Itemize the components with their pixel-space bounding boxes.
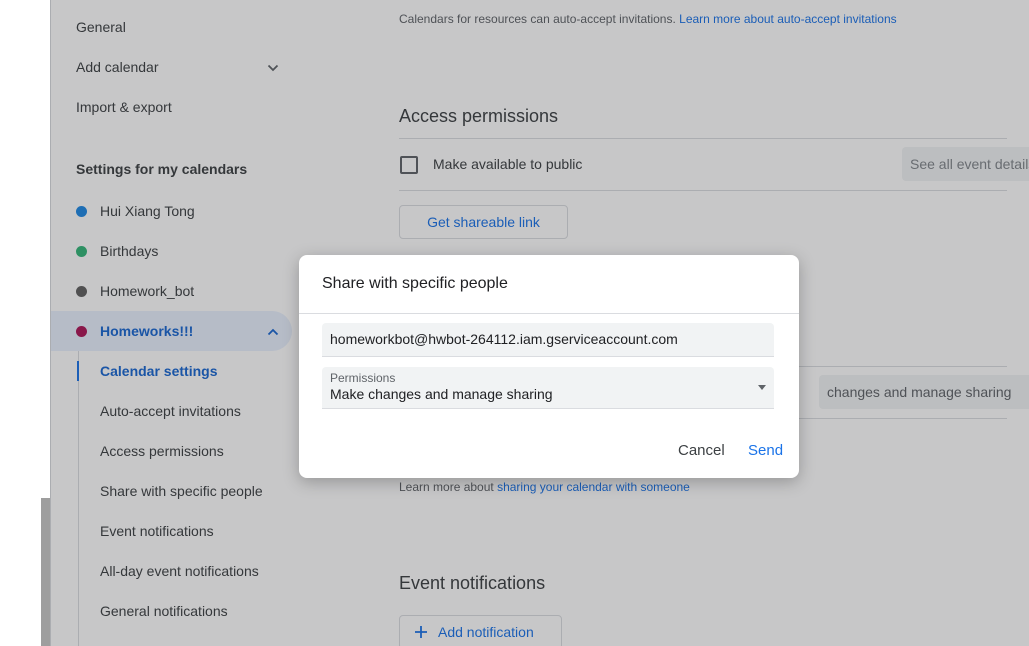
share-dialog: Share with specific people homeworkbot@h… [299,255,799,478]
dialog-divider [299,313,799,314]
permissions-select[interactable]: Permissions Make changes and manage shar… [322,367,774,409]
dropdown-arrow-icon [758,385,766,390]
permissions-value: Make changes and manage sharing [330,386,553,402]
send-button[interactable]: Send [748,442,783,459]
outside-edge [41,498,50,646]
dialog-title: Share with specific people [322,275,508,292]
cancel-button[interactable]: Cancel [678,442,725,459]
email-field[interactable]: homeworkbot@hwbot-264112.iam.gserviceacc… [322,323,774,357]
permissions-label: Permissions [330,371,396,385]
